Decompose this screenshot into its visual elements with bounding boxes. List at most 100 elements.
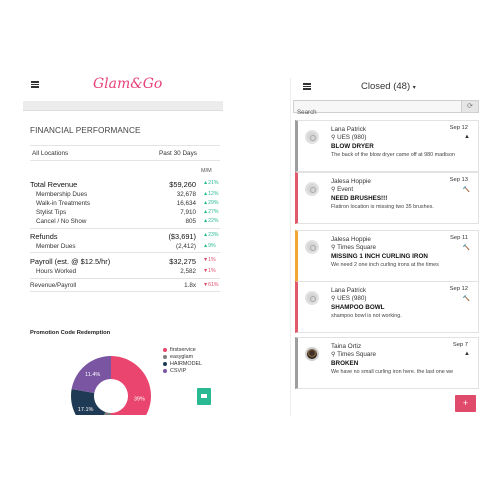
search-input[interactable] [294, 107, 454, 118]
ticket-card[interactable]: Lana Patrick ⚲ UES (980) BLOW DRYER The bac… [295, 120, 479, 172]
mail-icon[interactable] [197, 388, 211, 405]
header-band [23, 101, 223, 111]
ticket-subject: BLOW DRYER [331, 143, 374, 150]
legend-swatch [163, 369, 167, 373]
financial-row: Stylist Tips 7,910 ▲27% [30, 209, 222, 218]
row-change: ▲12% [203, 191, 219, 197]
page-title: FINANCIAL PERFORMANCE [30, 126, 141, 135]
menu-icon[interactable] [31, 81, 39, 88]
row-change: ▲29% [203, 200, 219, 206]
avatar [305, 182, 319, 196]
ticket-subject: BROKEN [331, 360, 359, 367]
ticket-location-label: UES (980) [337, 295, 367, 302]
avatar [305, 347, 319, 361]
divider [30, 291, 220, 292]
row-value: 1.8x [184, 282, 196, 289]
ticket-location: ⚲ UES (980) [331, 134, 366, 141]
ticket-status-icon: 🔨 [462, 187, 470, 193]
slice-label: 11.4% [85, 372, 100, 378]
ticket-preview: The back of the blow dryer came off at 9… [331, 152, 455, 158]
ticket-location: ⚲ Times Square [331, 351, 376, 358]
search-bar: ⟳ [293, 100, 479, 118]
ticket-location: ⚲ Event [331, 186, 353, 193]
ticket-author: Lana Patrick [331, 287, 367, 294]
avatar [305, 130, 319, 144]
legend-swatch [163, 362, 167, 366]
row-value: 2,582 [180, 268, 196, 275]
period-filter[interactable]: Past 30 Days [159, 150, 197, 157]
filter-title[interactable]: Closed (48) ▾ [361, 81, 416, 92]
row-label: Payroll (est. @ $12.5/hr) [30, 257, 111, 266]
mm-header: M/M [201, 168, 212, 174]
ticket-location-label: Event [337, 186, 354, 193]
divider [30, 252, 220, 253]
legend-item: firstservice [163, 347, 202, 354]
legend-label: firstservice [170, 347, 196, 353]
ticket-subject: MISSING 1 INCH CURLING IRON [331, 253, 428, 260]
row-label: Refunds [30, 232, 58, 241]
ticket-card[interactable]: Jalesa Hoppie ⚲ Times Square MISSING 1 INC… [295, 230, 479, 282]
row-label: Total Revenue [30, 180, 78, 189]
row-label: Stylist Tips [36, 209, 67, 216]
ticket-date: Sep 12 [449, 286, 468, 292]
ticket-card[interactable]: Lana Patrick ⚲ UES (980) SHAMPOO BOWL shamp… [295, 281, 479, 333]
location-filter[interactable]: All Locations [32, 150, 68, 157]
right-header: Closed (48) ▾ [291, 78, 480, 98]
divider [30, 278, 220, 279]
financial-row: Refunds ($3,691) ▲23% [30, 232, 222, 241]
row-change: ▲9% [203, 243, 216, 249]
legend-label: HAIRMODEL [170, 361, 203, 367]
ticket-date: Sep 12 [449, 125, 468, 131]
refresh-icon[interactable]: ⟳ [461, 101, 478, 112]
slice-label: 17.1% [78, 407, 94, 413]
ticket-status-icon: 🔨 [462, 245, 470, 251]
legend-swatch [163, 348, 167, 352]
ticket-card[interactable]: Taina Ortiz ⚲ Times Square BROKEN We have n… [295, 337, 479, 389]
ticket-preview: shampoo bowl is not working. [331, 313, 402, 319]
ticket-location-label: Times Square [337, 351, 377, 358]
row-value: 16,634 [176, 200, 196, 207]
ticket-status-icon: ▲ [464, 351, 470, 357]
promo-donut-chart: 39% 17.1% 11.4% [71, 356, 151, 415]
ticket-date: Sep 13 [449, 177, 468, 183]
slice-label: 39% [134, 396, 145, 402]
financial-row: Payroll (est. @ $12.5/hr) $32,275 ▼1% [30, 257, 222, 266]
row-label: Member Dues [36, 243, 76, 250]
add-ticket-button[interactable]: + [455, 395, 476, 412]
ticket-status-icon: ▲ [464, 134, 470, 140]
financial-row: Cancel / No Show 805 ▲22% [30, 218, 222, 227]
row-change: ▲22% [203, 218, 219, 224]
row-label: Revenue/Payroll [30, 282, 77, 289]
row-value: ($3,691) [168, 232, 196, 241]
row-value: $59,260 [169, 180, 196, 189]
ticket-author: Lana Patrick [331, 126, 367, 133]
legend-item: CSVIP [163, 368, 202, 375]
filter-bar: All Locations Past 30 Days [30, 145, 220, 161]
pie-slice [111, 356, 151, 415]
menu-icon[interactable] [303, 83, 311, 90]
financial-row: Hours Worked 2,582 ▼1% [30, 268, 222, 277]
ticket-preview: Flatiron location is missing two 35 brus… [331, 204, 434, 210]
legend-item: easyglam [163, 354, 202, 361]
row-value: $32,275 [169, 257, 196, 266]
row-change: ▲21% [203, 180, 219, 186]
divider [30, 228, 220, 229]
row-value: 805 [185, 218, 196, 225]
row-label: Hours Worked [36, 268, 77, 275]
financial-row: Member Dues (2,412) ▲9% [30, 243, 222, 252]
financial-row: Walk-in Treatments 16,634 ▲29% [30, 200, 222, 209]
row-value: 32,678 [176, 191, 196, 198]
ticket-author: Jalesa Hoppie [331, 178, 371, 185]
financial-row: Total Revenue $59,260 ▲21% [30, 180, 222, 189]
avatar [305, 240, 319, 254]
row-value: 7,910 [180, 209, 196, 216]
ticket-card[interactable]: Jalesa Hoppie ⚲ Event NEED BRUSHES!!! Flati… [295, 172, 479, 224]
ticket-subject: SHAMPOO BOWL [331, 304, 385, 311]
row-change: ▼1% [203, 268, 216, 274]
ticket-location: ⚲ Times Square [331, 244, 376, 251]
ticket-date: Sep 11 [450, 235, 468, 241]
chevron-down-icon: ▾ [412, 85, 416, 91]
ticket-location-label: UES (980) [337, 134, 367, 141]
ticket-subject: NEED BRUSHES!!! [331, 195, 388, 202]
financial-row: Revenue/Payroll 1.8x ▼61% [30, 282, 222, 291]
